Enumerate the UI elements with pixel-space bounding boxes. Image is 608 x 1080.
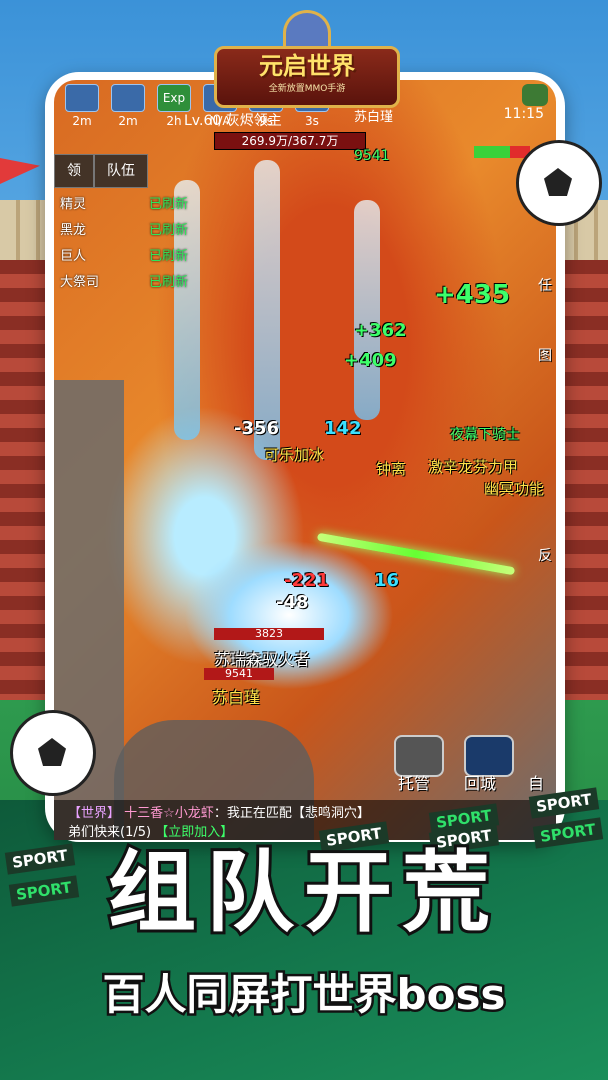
damage-number: -48 — [276, 592, 309, 613]
logo-title: 元启世界 — [259, 52, 355, 80]
mana-bar — [474, 146, 510, 158]
crystal-icon — [111, 84, 145, 112]
boss-number: 9541 — [354, 148, 390, 164]
buff-timer: 3s — [305, 114, 319, 128]
damage-number: +435 — [434, 280, 511, 310]
game-screen: 2m 2m Exp 2h N/A 9s 3s 11:15 Lv.60 灰烬领主 2… — [54, 80, 556, 840]
boss-name: Lv.60 灰烬领主 — [184, 113, 282, 129]
player-name: 夜幕下骑士 — [450, 427, 520, 443]
list-item[interactable]: 巨人 已刷新 — [54, 244, 194, 270]
damage-number: +362 — [354, 320, 407, 341]
boss-list-status: 已刷新 — [148, 197, 188, 212]
boss-refresh-list: 精灵 已刷新 黑龙 已刷新 巨人 已刷新 大祭司 已刷新 — [54, 192, 194, 296]
exp-icon: Exp — [157, 84, 191, 112]
tab-bar: 领 队伍 — [54, 154, 148, 188]
list-item[interactable]: 大祭司 已刷新 — [54, 270, 194, 296]
boss-list-status: 已刷新 — [148, 249, 188, 264]
side-menu-map[interactable]: 图 — [538, 345, 552, 365]
hp-bar: 3823 — [214, 628, 324, 640]
lightning-beam — [254, 160, 280, 460]
leaf-icon[interactable] — [522, 84, 548, 106]
player-name: 激辛龙芬力甲 — [428, 458, 519, 476]
damage-number: -221 — [284, 570, 330, 591]
lightning-beam — [354, 200, 380, 420]
chat-channel: 【世界】 — [68, 806, 121, 821]
player-name: 苏白瑾 — [212, 688, 261, 707]
boss-list-status: 已刷新 — [148, 275, 188, 290]
player-name: 钟离 — [376, 460, 407, 478]
list-item[interactable]: 黑龙 已刷新 — [54, 218, 194, 244]
crystal-icon — [65, 84, 99, 112]
boss-list-name: 巨人 — [60, 249, 87, 264]
player-name: 可乐加冰 — [264, 446, 325, 464]
boss-hp-bar: 269.9万/367.7万 — [214, 132, 366, 150]
damage-number: +409 — [344, 350, 397, 371]
tab-lord[interactable]: 领 — [54, 154, 94, 188]
boss-list-name: 大祭司 — [60, 275, 100, 290]
buff-slot[interactable]: 2m — [62, 84, 102, 128]
chat-user[interactable]: 十三香☆小龙虾 — [124, 806, 214, 821]
auto-battle-label: 托管 — [398, 774, 431, 793]
damage-number: -356 — [234, 418, 280, 439]
hp-bar: 9541 — [204, 668, 274, 680]
headline: 组队开荒 — [105, 838, 500, 947]
buff-timer: 2h — [166, 114, 182, 128]
damage-number: 16 — [374, 570, 400, 591]
game-logo: 元启世界 全新放置MMO手游 — [214, 46, 400, 108]
buff-timer: 2m — [72, 114, 92, 128]
logo-subtitle: 全新放置MMO手游 — [268, 84, 346, 94]
player-name: 苏白瑾 — [354, 110, 394, 125]
side-menu-counter[interactable]: 反 — [538, 545, 552, 565]
soccer-ball-icon — [10, 710, 96, 796]
tab-team[interactable]: 队伍 — [94, 154, 148, 188]
player-name: 幽冥功能 — [484, 480, 545, 498]
boss-list-name: 黑龙 — [60, 223, 87, 238]
buff-slot[interactable]: 2m — [108, 84, 148, 128]
list-item[interactable]: 精灵 已刷新 — [54, 192, 194, 218]
soccer-ball-icon — [516, 140, 602, 226]
subheadline: 百人同屏打世界boss — [100, 968, 508, 1022]
boss-list-status: 已刷新 — [148, 223, 188, 238]
buff-timer: 2m — [118, 114, 138, 128]
side-menu-task[interactable]: 任 — [538, 275, 552, 295]
auto-label: 自 — [528, 774, 545, 793]
chat-message: ：我正在匹配【悲鸣洞穴】 — [213, 806, 370, 821]
damage-number: 142 — [324, 418, 362, 439]
return-town-label: 回城 — [464, 774, 497, 793]
clock: 11:15 — [503, 106, 544, 122]
boss-list-name: 精灵 — [60, 197, 87, 212]
